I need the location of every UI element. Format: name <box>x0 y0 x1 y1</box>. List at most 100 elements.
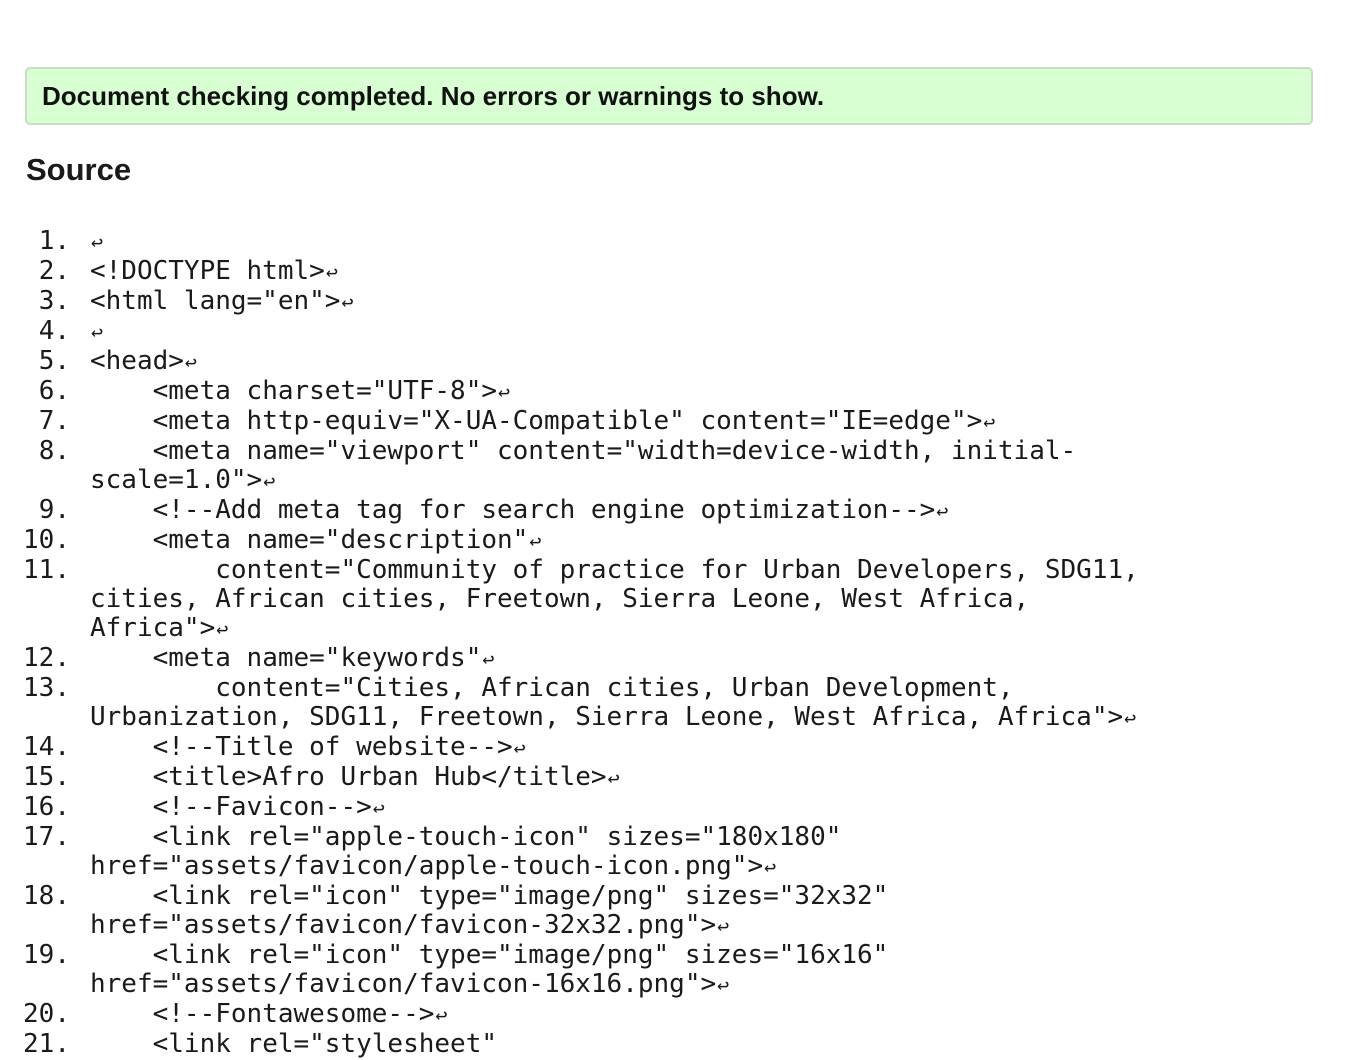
line-number: 11. <box>23 555 70 585</box>
source-line: 11. content="Community of practice for U… <box>0 556 1354 644</box>
line-code: ↩ <box>90 317 1165 347</box>
line-number: 2. <box>38 256 70 286</box>
line-code-text: content="Cities, African cities, Urban D… <box>90 673 1124 732</box>
line-code: <link rel="icon" type="image/png" sizes=… <box>90 882 1165 941</box>
line-code-text: <title>Afro Urban Hub</title> <box>90 762 607 792</box>
line-code: <!DOCTYPE html>↩ <box>90 257 1165 287</box>
source-line: 15. <title>Afro Urban Hub</title>↩ <box>0 763 1354 793</box>
line-code: <html lang="en">↩ <box>90 287 1165 317</box>
line-number: 10. <box>23 525 70 555</box>
return-arrow-icon: ↩ <box>498 380 511 404</box>
return-arrow-icon: ↩ <box>717 914 730 938</box>
source-line: 19. <link rel="icon" type="image/png" si… <box>0 941 1354 1000</box>
line-code: <link rel="icon" type="image/png" sizes=… <box>90 941 1165 1000</box>
source-line: 10. <meta name="description"↩ <box>0 526 1354 556</box>
line-code: <meta http-equiv="X-UA-Compatible" conte… <box>90 407 1165 437</box>
return-arrow-icon: ↩ <box>325 260 338 284</box>
return-arrow-icon: ↩ <box>341 290 354 314</box>
source-line: 17. <link rel="apple-touch-icon" sizes="… <box>0 823 1354 882</box>
source-line: 20. <!--Fontawesome-->↩ <box>0 1000 1354 1030</box>
line-code-text: <meta name="keywords" <box>90 643 482 673</box>
line-code: <meta name="description"↩ <box>90 526 1165 556</box>
line-code: <!--Add meta tag for search engine optim… <box>90 496 1165 526</box>
return-arrow-icon: ↩ <box>482 647 495 671</box>
line-code-text: <meta charset="UTF-8"> <box>90 376 497 406</box>
return-arrow-icon: ↩ <box>372 796 385 820</box>
line-number: 3. <box>38 286 70 316</box>
line-code-text: <!--Add meta tag for search engine optim… <box>90 495 936 525</box>
line-code-text: <!DOCTYPE html> <box>90 256 325 286</box>
return-arrow-icon: ↩ <box>936 499 949 523</box>
line-code: <title>Afro Urban Hub</title>↩ <box>90 763 1165 793</box>
line-code: ↩ <box>90 227 1165 257</box>
return-arrow-icon: ↩ <box>529 529 542 553</box>
success-message-banner: Document checking completed. No errors o… <box>25 67 1313 125</box>
return-arrow-icon: ↩ <box>91 230 104 254</box>
line-code: <link rel="apple-touch-icon" sizes="180x… <box>90 823 1165 882</box>
source-line: 8. <meta name="viewport" content="width=… <box>0 437 1354 496</box>
line-number: 9. <box>38 495 70 525</box>
source-line: 3. <html lang="en">↩ <box>0 287 1354 317</box>
line-number: 13. <box>23 673 70 703</box>
line-code: content="Cities, African cities, Urban D… <box>90 674 1165 733</box>
line-code-text: <link rel="icon" type="image/png" sizes=… <box>90 881 904 940</box>
line-number: 12. <box>23 643 70 673</box>
line-number: 16. <box>23 792 70 822</box>
source-line: 12. <meta name="keywords"↩ <box>0 644 1354 674</box>
line-code: <link rel="stylesheet" <box>90 1030 1165 1059</box>
line-code: <meta name="viewport" content="width=dev… <box>90 437 1165 496</box>
line-code-text: content="Community of practice for Urban… <box>90 555 1155 643</box>
line-code-text: <head> <box>90 346 184 376</box>
return-arrow-icon: ↩ <box>607 766 620 790</box>
source-line: 1. ↩ <box>0 227 1354 257</box>
line-code-text: <meta http-equiv="X-UA-Compatible" conte… <box>90 406 983 436</box>
return-arrow-icon: ↩ <box>764 855 777 879</box>
source-line: 7. <meta http-equiv="X-UA-Compatible" co… <box>0 407 1354 437</box>
line-number: 21. <box>23 1029 70 1059</box>
line-code-text: <!--Fontawesome--> <box>90 999 435 1029</box>
line-number: 6. <box>38 376 70 406</box>
line-number: 7. <box>38 406 70 436</box>
source-line: 14. <!--Title of website-->↩ <box>0 733 1354 763</box>
return-arrow-icon: ↩ <box>435 1003 448 1027</box>
line-code-text: <meta name="viewport" content="width=dev… <box>90 436 1077 495</box>
return-arrow-icon: ↩ <box>184 350 197 374</box>
line-number: 20. <box>23 999 70 1029</box>
line-number: 17. <box>23 822 70 852</box>
source-line: 4. ↩ <box>0 317 1354 347</box>
line-code-text: <link rel="icon" type="image/png" sizes=… <box>90 940 904 999</box>
source-line: 6. <meta charset="UTF-8">↩ <box>0 377 1354 407</box>
line-code-text: <link rel="apple-touch-icon" sizes="180x… <box>90 822 858 881</box>
line-code: <!--Favicon-->↩ <box>90 793 1165 823</box>
line-number: 14. <box>23 732 70 762</box>
line-number: 5. <box>38 346 70 376</box>
source-line: 5. <head>↩ <box>0 347 1354 377</box>
source-line: 9. <!--Add meta tag for search engine op… <box>0 496 1354 526</box>
line-code: <!--Title of website-->↩ <box>90 733 1165 763</box>
source-line: 18. <link rel="icon" type="image/png" si… <box>0 882 1354 941</box>
line-code: <!--Fontawesome-->↩ <box>90 1000 1165 1030</box>
line-code: <meta charset="UTF-8">↩ <box>90 377 1165 407</box>
source-line: 21. <link rel="stylesheet" <box>0 1030 1354 1059</box>
return-arrow-icon: ↩ <box>263 469 276 493</box>
line-code-text: <!--Favicon--> <box>90 792 372 822</box>
source-line: 16. <!--Favicon-->↩ <box>0 793 1354 823</box>
return-arrow-icon: ↩ <box>1124 706 1137 730</box>
source-code-list: 1. ↩ 2. <!DOCTYPE html>↩ 3. <html lang="en">↩… <box>0 227 1354 1059</box>
line-number: 18. <box>23 881 70 911</box>
line-number: 1. <box>38 226 70 256</box>
line-number: 4. <box>38 316 70 346</box>
success-message-text: Document checking completed. No errors o… <box>42 80 825 111</box>
line-code-text: <link rel="stylesheet" <box>90 1029 497 1059</box>
line-code: content="Community of practice for Urban… <box>90 556 1165 644</box>
return-arrow-icon: ↩ <box>983 410 996 434</box>
line-code-text: <!--Title of website--> <box>90 732 513 762</box>
line-number: 8. <box>38 436 70 466</box>
return-arrow-icon: ↩ <box>91 320 104 344</box>
source-line: 2. <!DOCTYPE html>↩ <box>0 257 1354 287</box>
source-heading: Source <box>26 152 132 187</box>
source-line: 13. content="Cities, African cities, Urb… <box>0 674 1354 733</box>
return-arrow-icon: ↩ <box>513 736 526 760</box>
line-code: <head>↩ <box>90 347 1165 377</box>
line-number: 19. <box>23 940 70 970</box>
